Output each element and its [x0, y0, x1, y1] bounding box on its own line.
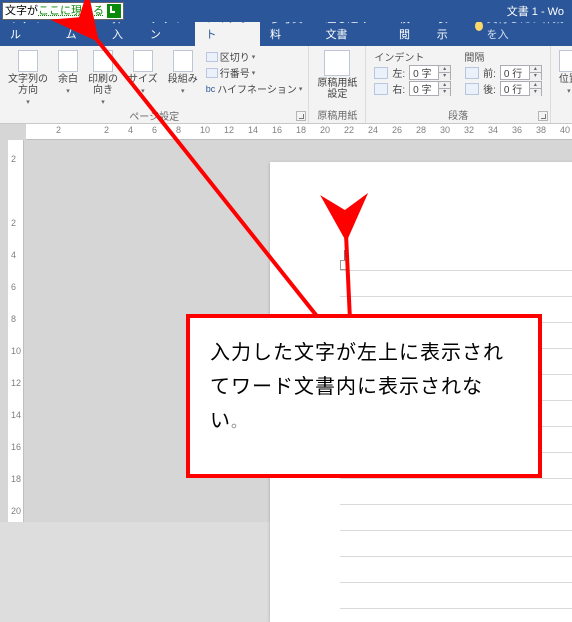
page-setup-dialog-launcher[interactable]: [296, 111, 306, 121]
spacing-before-input[interactable]: 0 行▴▾: [500, 65, 542, 80]
callout-period: 。: [231, 414, 247, 431]
horizontal-ruler[interactable]: 224681012141618202224262830323436384042: [26, 124, 572, 140]
indent-right-label: 右:: [392, 81, 405, 96]
chevron-down-icon: ▾: [26, 98, 30, 106]
orientation-button[interactable]: 印刷の 向き ▾: [86, 49, 120, 107]
paragraph-dialog-launcher[interactable]: [538, 111, 548, 121]
chevron-down-icon: ▾: [66, 87, 70, 95]
ime-badge-icon: [107, 4, 121, 18]
indent-left-icon: [374, 67, 388, 79]
manuscript-paper-button[interactable]: 原稿用紙 設定: [315, 49, 359, 101]
text-direction-icon: [18, 50, 38, 72]
group-label-page-setup: ページ設定: [6, 107, 302, 123]
page-size-icon: [133, 50, 153, 72]
indent-left-label: 左:: [392, 65, 405, 80]
spacing-after-icon: [465, 83, 479, 95]
ime-committed-text: 文字が: [5, 3, 38, 19]
chevron-down-icon: ▾: [567, 87, 571, 95]
group-label-paragraph: 段落: [374, 106, 542, 122]
hyphenation-icon: bc: [206, 84, 216, 94]
indent-right-icon: [374, 83, 388, 95]
group-label-genkou: 原稿用紙: [315, 106, 359, 122]
margins-icon: [58, 50, 78, 72]
chevron-down-icon: ▾: [141, 87, 145, 95]
line-numbers-button[interactable]: 行番号▾: [206, 65, 303, 80]
indent-left-input[interactable]: 0 字▴▾: [409, 65, 451, 80]
text-direction-button[interactable]: 文字列の 方向 ▾: [6, 49, 50, 107]
columns-button[interactable]: 段組み ▾: [166, 49, 200, 96]
orientation-icon: [93, 50, 113, 72]
chevron-down-icon: ▾: [181, 87, 185, 95]
ime-suggestion-text: ここに現れる: [38, 3, 104, 19]
chevron-down-icon: ▾: [101, 98, 105, 106]
spacing-before-icon: [465, 67, 479, 79]
indent-header: インデント: [374, 49, 424, 64]
annotation-callout: 入力した文字が左上に表示されてワード文書内に表示されない。: [186, 314, 542, 478]
size-button[interactable]: サイズ ▾: [126, 49, 160, 96]
columns-icon: [173, 50, 193, 72]
text-cursor-icon: [340, 256, 350, 270]
spacing-header: 間隔: [464, 49, 484, 64]
spacing-before-label: 前:: [483, 65, 496, 80]
lightbulb-icon: [475, 21, 483, 31]
title-bar: 文字が ここに現れる 文書 1 - Wo: [0, 0, 572, 22]
hyphenation-button[interactable]: bcハイフネーション▾: [206, 81, 303, 96]
line-numbers-icon: [206, 68, 218, 78]
ime-composition-box[interactable]: 文字が ここに現れる: [2, 2, 124, 20]
breaks-button[interactable]: 区切り▾: [206, 49, 303, 64]
spacing-after-input[interactable]: 0 行▴▾: [500, 81, 542, 96]
spacing-after-label: 後:: [483, 81, 496, 96]
margins-button[interactable]: 余白 ▾: [56, 49, 80, 96]
window-title: 文書 1 - Wo: [507, 3, 564, 19]
callout-text: 入力した文字が左上に表示されてワード文書内に表示されない: [210, 342, 504, 432]
position-button[interactable]: 位置 ▾: [557, 49, 572, 96]
manuscript-paper-icon: [324, 50, 350, 76]
indent-right-input[interactable]: 0 字▴▾: [409, 81, 451, 96]
spin-down-icon[interactable]: ▾: [438, 73, 450, 80]
position-icon: [559, 50, 572, 72]
breaks-icon: [206, 52, 218, 62]
spin-up-icon[interactable]: ▴: [438, 66, 450, 73]
vertical-ruler[interactable]: 22468101214161820: [8, 140, 24, 522]
ribbon-tabs: ファイル ホーム 挿入 デザイン レイアウト 参考資料 差し込み文書 校閲 表示…: [0, 22, 572, 46]
ribbon: 文字列の 方向 ▾ 余白 ▾ 印刷の 向き ▾ サイズ ▾ 段組み ▾: [0, 46, 572, 124]
